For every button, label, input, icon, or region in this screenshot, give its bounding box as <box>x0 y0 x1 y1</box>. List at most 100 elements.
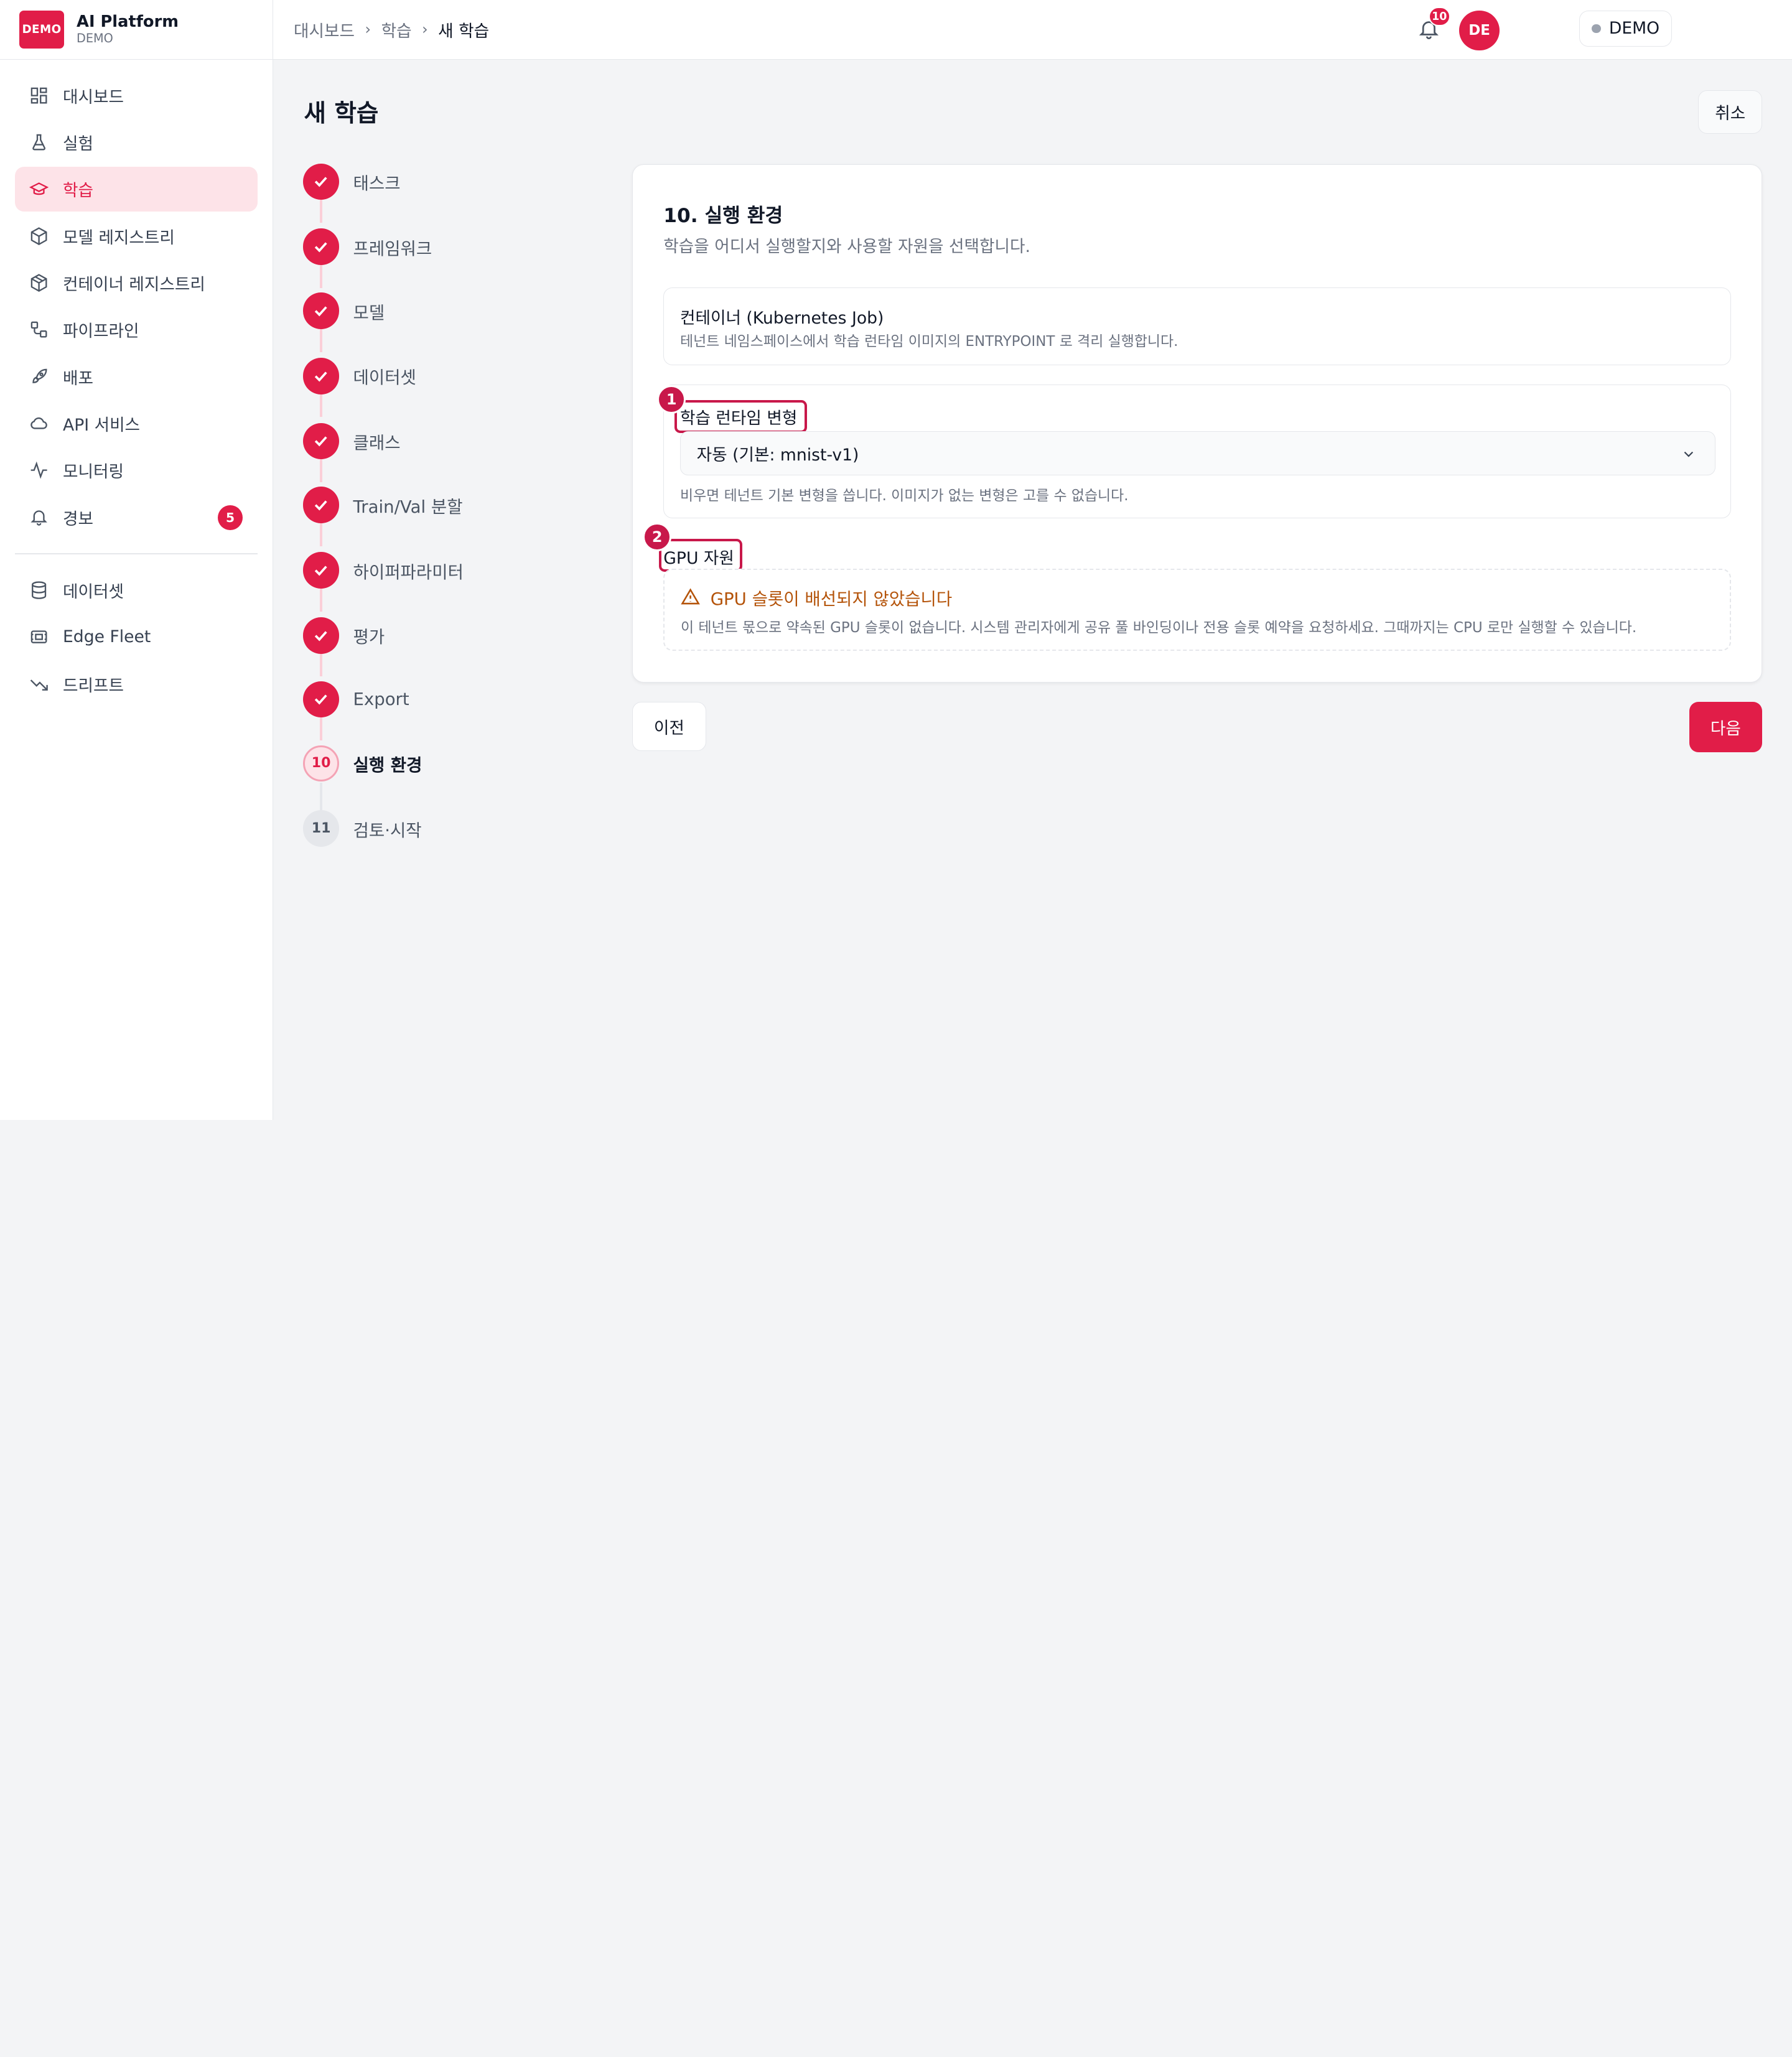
step-number: 11 <box>302 810 340 847</box>
trending-down-icon <box>29 674 49 694</box>
step-dataset[interactable]: 데이터셋 <box>302 357 600 394</box>
step-label: 데이터셋 <box>353 368 416 388</box>
breadcrumb-item-current: 새 학습 <box>438 21 490 41</box>
sidebar-item-label: 컨테이너 레지스트리 <box>62 275 205 295</box>
step-connector <box>320 523 322 546</box>
annotation-marker-1: 1 <box>657 385 686 414</box>
user-avatar[interactable]: DE <box>1459 10 1500 50</box>
graduation-cap-icon <box>29 179 49 199</box>
sidebar-item-label: 경보 <box>62 509 93 529</box>
runtime-variant-help: 비우면 테넌트 기본 변형을 씁니다. 이미지가 없는 변형은 고를 수 없습니… <box>679 488 1129 505</box>
previous-button[interactable]: 이전 <box>632 701 707 751</box>
brand[interactable]: DEMO AI Platform DEMO <box>0 0 273 60</box>
sidebar-nav: 대시보드 실험 학습 모델 레지스트리 컨테이너 레지스트리 파이프라인 배포 … <box>0 60 273 706</box>
breadcrumb-item-training[interactable]: 학습 <box>381 17 412 42</box>
page-title: 새 학습 <box>304 99 379 128</box>
sidebar-item-label: 파이프라인 <box>62 322 139 342</box>
check-icon <box>302 552 340 589</box>
cpu-icon <box>29 627 49 647</box>
step-train-val-split[interactable]: Train/Val 분할 <box>302 487 600 524</box>
step-connector <box>320 459 322 483</box>
runtime-variant-value: 자동 (기본: mnist-v1) <box>696 445 859 465</box>
step-connector <box>320 653 322 677</box>
gpu-warning: GPU 슬롯이 배선되지 않았습니다 <box>681 585 952 610</box>
sidebar-item-label: Edge Fleet <box>62 627 151 647</box>
runtime-variant-section: 학습 런타임 변형 1 자동 (기본: mnist-v1) 비우면 테넌트 기본… <box>657 385 1731 519</box>
app-root: DEMO AI Platform DEMO 대시보드 실험 학습 모델 레지스트… <box>0 0 1792 1120</box>
step-export[interactable]: Export <box>302 681 600 718</box>
rocket-icon <box>29 366 49 387</box>
sidebar-item-model-registry[interactable]: 모델 레지스트리 <box>15 213 258 258</box>
sidebar-item-edge-fleet[interactable]: Edge Fleet <box>15 615 258 660</box>
annotation-highlight-1 <box>674 400 807 434</box>
container-option-description: 테넌트 네임스페이스에서 학습 런타임 이미지의 ENTRYPOINT 로 격리… <box>679 334 1178 350</box>
dashboard-icon <box>29 85 49 106</box>
step-connector <box>320 200 322 223</box>
check-icon <box>302 357 340 394</box>
step-label: 실행 환경 <box>353 755 422 775</box>
step-runtime-environment[interactable]: 10 실행 환경 <box>302 745 600 782</box>
check-icon <box>302 681 340 718</box>
brand-logo: DEMO <box>19 10 64 49</box>
step-hyperparameters[interactable]: 하이퍼파라미터 <box>302 552 600 589</box>
sidebar-item-experiments[interactable]: 실험 <box>15 120 258 165</box>
warning-triangle-icon <box>681 588 700 605</box>
check-icon <box>302 163 340 200</box>
step-number: 10 <box>302 745 340 782</box>
sidebar-item-label: 드리프트 <box>62 676 124 696</box>
sidebar-item-deploy[interactable]: 배포 <box>15 354 258 399</box>
chevron-down-icon <box>1684 452 1693 458</box>
step-connector <box>320 717 322 741</box>
sidebar-item-label: 데이터셋 <box>62 582 124 602</box>
sidebar-item-dashboard[interactable]: 대시보드 <box>15 73 258 118</box>
step-label: 클래스 <box>353 432 401 453</box>
sidebar-item-container-registry[interactable]: 컨테이너 레지스트리 <box>15 261 258 306</box>
step-review-start[interactable]: 11 검토·시작 <box>302 810 600 847</box>
chevron-right-icon: › <box>365 21 371 39</box>
step-classes[interactable]: 클래스 <box>302 422 600 460</box>
sidebar-item-label: 실험 <box>62 134 93 154</box>
environment-chip[interactable]: DEMO <box>1579 10 1673 47</box>
sidebar-item-label: 모니터링 <box>62 462 124 482</box>
sidebar-item-api-service[interactable]: API 서비스 <box>15 401 258 446</box>
step-model[interactable]: 모델 <box>302 292 600 329</box>
sidebar-item-alerts[interactable]: 경보 5 <box>15 495 258 539</box>
activity-icon <box>29 460 49 480</box>
status-dot-icon <box>1592 24 1601 34</box>
step-evaluation[interactable]: 평가 <box>302 617 600 654</box>
check-icon <box>302 228 340 266</box>
sidebar-item-training[interactable]: 학습 <box>14 167 258 212</box>
step-connector <box>320 265 322 288</box>
top-header: 대시보드 › 학습 › 새 학습 DEMO <box>273 0 1792 60</box>
sidebar-item-drift[interactable]: 드리프트 <box>15 661 258 706</box>
cancel-button[interactable]: 취소 <box>1698 90 1763 134</box>
gpu-warning-box: GPU 슬롯이 배선되지 않았습니다 이 테넌트 몫으로 약속된 GPU 슬롯이… <box>663 568 1731 651</box>
gpu-warning-description: 이 테넌트 몫으로 약속된 GPU 슬롯이 없습니다. 시스템 관리자에게 공유… <box>680 620 1637 637</box>
step-label: 평가 <box>353 627 385 648</box>
step-connector <box>320 783 322 811</box>
step-framework[interactable]: 프레임워크 <box>302 228 600 266</box>
sidebar-item-datasets[interactable]: 데이터셋 <box>15 568 258 613</box>
container-option[interactable]: 컨테이너 (Kubernetes Job) 테넌트 네임스페이스에서 학습 런타… <box>663 287 1731 365</box>
step-label: 모델 <box>353 302 385 323</box>
annotation-highlight-2 <box>658 539 742 572</box>
step-task[interactable]: 태스크 <box>302 163 600 200</box>
environment-chip-label: DEMO <box>1608 19 1660 39</box>
sidebar-item-label: 모델 레지스트리 <box>62 228 175 248</box>
sidebar-item-monitoring[interactable]: 모니터링 <box>15 448 258 493</box>
runtime-variant-select[interactable]: 자동 (기본: mnist-v1) <box>679 431 1716 476</box>
next-button[interactable]: 다음 <box>1689 701 1763 752</box>
sidebar-item-pipeline[interactable]: 파이프라인 <box>15 307 258 352</box>
sidebar-item-label: 학습 <box>62 181 93 201</box>
sidebar: DEMO AI Platform DEMO 대시보드 실험 학습 모델 레지스트… <box>0 0 273 1120</box>
card-title: 10. 실행 환경 <box>663 204 783 227</box>
step-label: 하이퍼파라미터 <box>353 562 464 582</box>
breadcrumb-item-dashboard[interactable]: 대시보드 <box>294 17 355 42</box>
step-label: Export <box>353 689 409 710</box>
flask-icon <box>29 132 49 152</box>
sidebar-item-label: 대시보드 <box>62 87 124 107</box>
step-connector <box>320 394 322 417</box>
bell-icon <box>29 506 49 527</box>
alerts-count-badge: 5 <box>217 505 243 531</box>
notification-count-badge: 10 <box>1428 7 1450 27</box>
